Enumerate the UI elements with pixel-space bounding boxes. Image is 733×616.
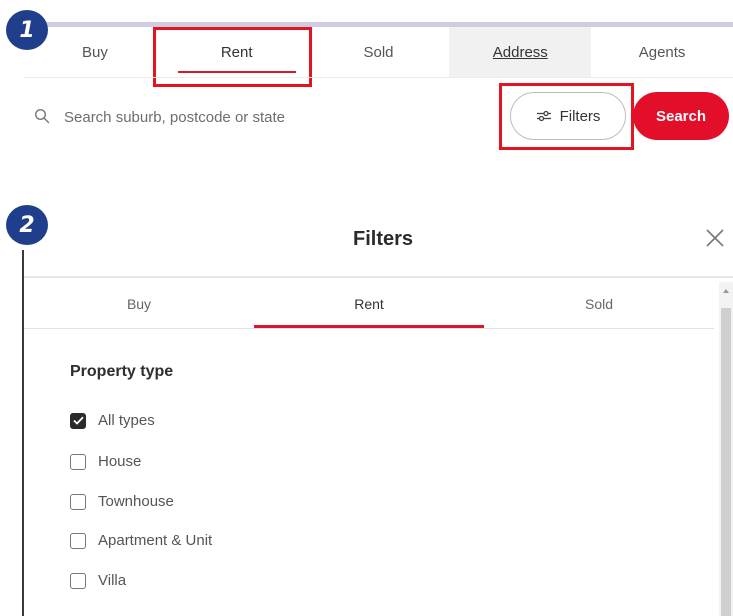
option-label: House xyxy=(98,453,142,470)
checkbox[interactable] xyxy=(70,532,86,549)
search-input[interactable] xyxy=(64,102,484,132)
tab-label: Sold xyxy=(584,296,614,312)
scrollbar-thumb[interactable] xyxy=(721,308,731,616)
filters-button-highlight-box xyxy=(499,83,634,150)
option-label: Apartment & Unit xyxy=(98,532,213,549)
property-type-option-house[interactable]: House xyxy=(70,453,141,470)
checkbox[interactable] xyxy=(70,453,86,470)
step-badge-2: 2 xyxy=(6,205,48,245)
tab-label: Sold xyxy=(363,43,394,61)
tab-label: Buy xyxy=(81,43,108,61)
close-icon[interactable] xyxy=(704,227,726,249)
tab-agents[interactable]: Agents xyxy=(591,27,733,77)
rent-tab-highlight-box xyxy=(153,27,312,87)
property-type-title: Property type xyxy=(70,363,174,380)
filters-type-tabs: Buy Rent Sold xyxy=(24,280,714,328)
tab-label: Agents xyxy=(638,43,686,61)
property-type-option-townhouse[interactable]: Townhouse xyxy=(70,493,174,510)
tab-label: Buy xyxy=(126,296,152,312)
tab-label: Address xyxy=(492,43,548,61)
option-label: Townhouse xyxy=(98,493,174,510)
tab-address[interactable]: Address xyxy=(449,27,592,77)
search-icon xyxy=(34,108,50,124)
filters-tab-buy[interactable]: Buy xyxy=(24,280,254,328)
tab-sold[interactable]: Sold xyxy=(308,27,450,77)
screenshot-root: 1 2 Buy Rent Sold Address Agents Search … xyxy=(0,0,733,616)
property-type-option-villa[interactable]: Villa xyxy=(70,572,126,589)
filters-tab-sold[interactable]: Sold xyxy=(484,280,714,328)
modal-title: Filters xyxy=(352,228,414,250)
property-type-option-all[interactable]: All types xyxy=(70,412,155,429)
search-button[interactable]: Search xyxy=(633,92,729,140)
tabs-divider xyxy=(24,77,733,78)
filters-tabs-divider xyxy=(24,328,714,329)
checkbox-checked[interactable] xyxy=(70,412,86,429)
filters-tab-rent[interactable]: Rent xyxy=(254,280,484,328)
modal-scrollbar[interactable] xyxy=(719,282,733,616)
search-type-tabs: Buy Rent Sold Address Agents xyxy=(24,27,733,77)
option-label: Villa xyxy=(98,572,127,589)
checkmark-icon xyxy=(72,416,84,425)
option-label: All types xyxy=(98,412,155,429)
step-badge-1: 1 xyxy=(6,10,48,50)
checkbox[interactable] xyxy=(70,572,86,589)
property-type-option-apartment[interactable]: Apartment & Unit xyxy=(70,532,212,549)
scroll-up-arrow-icon[interactable] xyxy=(719,286,733,296)
modal-header-divider xyxy=(24,276,733,278)
checkbox[interactable] xyxy=(70,493,86,510)
tab-label: Rent xyxy=(354,296,384,312)
